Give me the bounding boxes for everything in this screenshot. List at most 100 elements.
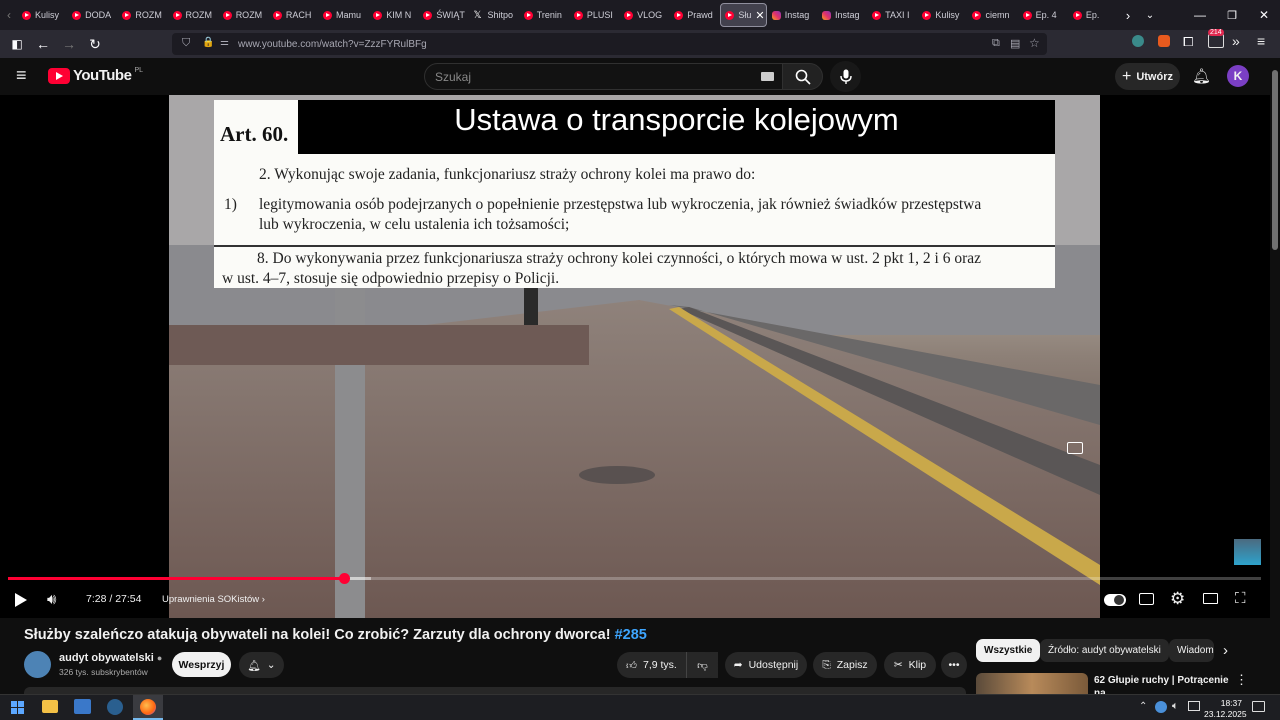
- video-frame[interactable]: Ustawa o transporcie kolejowym Art. 60. …: [169, 95, 1100, 618]
- browser-tab[interactable]: Kulisy: [18, 3, 67, 27]
- dislike-button[interactable]: 👎︎: [686, 652, 718, 678]
- browser-tab[interactable]: ŚWIĄT: [419, 3, 468, 27]
- clock[interactable]: 18:37 23.12.2025: [1204, 698, 1247, 720]
- back-arrow-icon[interactable]: ←: [30, 33, 56, 55]
- browser-tab[interactable]: DODA: [68, 3, 117, 27]
- network-icon[interactable]: [1188, 701, 1200, 711]
- reader-view-icon[interactable]: ▤: [1010, 37, 1020, 50]
- extension-shield-icon[interactable]: [1132, 35, 1144, 47]
- chips-next-chevron-icon[interactable]: ›: [1223, 642, 1228, 659]
- chip-news[interactable]: Wiadom: [1169, 639, 1214, 662]
- share-button[interactable]: ➦ Udostępnij: [725, 652, 807, 678]
- guide-menu-icon[interactable]: ≡: [16, 66, 27, 84]
- start-windows-icon[interactable]: [11, 701, 24, 714]
- permissions-icon[interactable]: ⚌: [220, 37, 229, 48]
- scrollbar-thumb[interactable]: [1272, 70, 1278, 250]
- youtube-logo[interactable]: YouTube PL: [48, 67, 143, 84]
- theater-mode-icon[interactable]: [1203, 593, 1218, 604]
- scrubber-handle[interactable]: [338, 573, 350, 584]
- browser-tab[interactable]: Ep.: [1069, 3, 1118, 27]
- browser-tab[interactable]: Instag: [768, 3, 817, 27]
- fullscreen-icon[interactable]: ⛶: [1235, 590, 1246, 607]
- tray-chevron-up-icon[interactable]: ⌃: [1139, 701, 1147, 712]
- hashtag-link[interactable]: #285: [615, 627, 647, 643]
- forward-arrow-icon[interactable]: →: [56, 33, 82, 55]
- browser-tab[interactable]: VLOG: [620, 3, 669, 27]
- window-minimize-icon[interactable]: —: [1184, 4, 1216, 26]
- play-icon[interactable]: [15, 593, 27, 607]
- autoplay-toggle[interactable]: [1104, 594, 1126, 606]
- channel-watermark-icon[interactable]: [1234, 539, 1261, 565]
- browser-tab[interactable]: Mamu: [319, 3, 368, 27]
- search-input[interactable]: Szukaj: [424, 63, 783, 90]
- clip-button[interactable]: ✂ Klip: [884, 652, 936, 678]
- sidebar-toggle-icon[interactable]: ◧: [4, 33, 30, 55]
- chip-all[interactable]: Wszystkie: [976, 639, 1041, 662]
- browser-tab[interactable]: RACH: [269, 3, 318, 27]
- create-button[interactable]: + Utwórz: [1115, 63, 1180, 90]
- reload-icon[interactable]: ↻: [82, 33, 108, 55]
- firefox-taskbar-button[interactable]: [133, 695, 163, 720]
- channel-avatar[interactable]: [24, 651, 51, 678]
- channel-name[interactable]: audyt obywatelski ●: [59, 652, 162, 664]
- extension-counter-icon[interactable]: 214: [1208, 29, 1224, 48]
- browser-tab[interactable]: Prawd: [670, 3, 719, 27]
- video-player[interactable]: Ustawa o transporcie kolejowym Art. 60. …: [0, 95, 1280, 618]
- file-explorer-icon[interactable]: [42, 700, 58, 713]
- page-scrollbar[interactable]: [1270, 58, 1280, 694]
- browser-tab[interactable]: ROZM: [219, 3, 268, 27]
- notification-center-icon[interactable]: [1252, 701, 1265, 712]
- tracking-shield-icon[interactable]: ⛉: [182, 37, 190, 50]
- tab-list-chevron-down-icon[interactable]: ⌄: [1138, 4, 1162, 26]
- settings-gear-icon[interactable]: ⚙︎: [1170, 589, 1185, 609]
- address-bar[interactable]: ⛉ 🔒 ⚌ www.youtube.com/watch?v=ZzzFYRulBF…: [172, 33, 1047, 55]
- more-actions-button[interactable]: •••: [941, 652, 967, 678]
- notifications-dropdown-button[interactable]: 🔔︎ ⌄: [239, 652, 284, 678]
- tray-app-icon[interactable]: [1155, 701, 1167, 713]
- browser-tab[interactable]: TAXI I: [868, 3, 917, 27]
- chip-source[interactable]: Źródło: audyt obywatelski: [1040, 639, 1169, 662]
- browser-tab[interactable]: ciemn: [968, 3, 1017, 27]
- notifications-bell-icon[interactable]: 🔔︎: [1192, 67, 1211, 85]
- description-box[interactable]: [24, 687, 966, 694]
- bookmark-star-icon[interactable]: ☆: [1029, 36, 1040, 50]
- browser-tab[interactable]: Słu ✕: [720, 3, 767, 27]
- browser-tab[interactable]: ROZM: [118, 3, 167, 27]
- tab-scroll-left-icon[interactable]: ‹: [0, 4, 18, 26]
- control-panel-icon[interactable]: [74, 699, 91, 714]
- picture-in-picture-icon[interactable]: ⧉: [992, 37, 1000, 50]
- progress-bar[interactable]: [8, 573, 1261, 584]
- support-button[interactable]: Wesprzyj: [172, 652, 231, 677]
- browser-tab[interactable]: KIM N: [369, 3, 418, 27]
- subtitles-icon[interactable]: [1139, 593, 1154, 605]
- window-restore-icon[interactable]: ❐: [1216, 4, 1248, 26]
- save-button[interactable]: ⎘ Zapisz: [813, 652, 877, 678]
- volume-tray-icon[interactable]: 🔈︎: [1172, 700, 1179, 713]
- extension-fox-icon[interactable]: [1158, 35, 1170, 47]
- browser-tab[interactable]: Ep. 4: [1019, 3, 1068, 27]
- browser-tab[interactable]: Kulisy: [918, 3, 967, 27]
- voice-search-button[interactable]: [830, 61, 861, 92]
- tab-scroll-right-icon[interactable]: ›: [1118, 4, 1138, 26]
- app-menu-icon[interactable]: ≡: [1257, 33, 1265, 49]
- chapter-button[interactable]: Uprawnienia SOKistów ›: [162, 594, 265, 605]
- browser-tab[interactable]: ROZM: [169, 3, 218, 27]
- overflow-chevrons-icon[interactable]: »: [1232, 33, 1240, 49]
- extensions-puzzle-icon[interactable]: ⧠: [1183, 34, 1193, 50]
- browser-tab[interactable]: Trenin: [520, 3, 569, 27]
- steam-icon[interactable]: [107, 699, 123, 715]
- lock-icon[interactable]: 🔒: [202, 37, 214, 48]
- volume-icon[interactable]: 🔊︎: [47, 591, 56, 608]
- window-close-icon[interactable]: ✕: [1248, 4, 1280, 26]
- url-text[interactable]: www.youtube.com/watch?v=ZzzFYRulBFg: [238, 39, 427, 50]
- tab-close-icon[interactable]: ✕: [755, 9, 764, 22]
- browser-tab[interactable]: Instag: [818, 3, 867, 27]
- recommended-more-vertical-icon[interactable]: ⋮: [1235, 672, 1248, 688]
- recommended-thumbnail[interactable]: [976, 673, 1088, 694]
- miniplayer-icon[interactable]: [1067, 442, 1083, 454]
- keyboard-icon[interactable]: [761, 72, 774, 81]
- account-avatar[interactable]: K: [1227, 65, 1249, 87]
- search-button[interactable]: [782, 63, 823, 90]
- browser-tab[interactable]: PLUSI: [570, 3, 619, 27]
- browser-tab[interactable]: 𝕏 Shitpo: [470, 3, 519, 27]
